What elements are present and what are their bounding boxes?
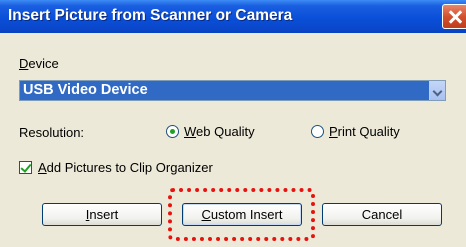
resolution-label: Resolution: — [19, 125, 85, 140]
web-quality-radio[interactable] — [166, 125, 179, 138]
clip-organizer-label[interactable]: Add Pictures to Clip Organizer — [38, 160, 213, 175]
close-icon[interactable] — [442, 4, 466, 29]
insert-button[interactable]: Insert — [42, 203, 162, 226]
device-select[interactable]: USB Video Device — [19, 80, 446, 101]
highlight-annotation — [168, 188, 315, 241]
device-label: Device — [19, 56, 59, 71]
print-quality-label[interactable]: Print Quality — [329, 124, 400, 139]
title-bar[interactable]: Insert Picture from Scanner or Camera — [0, 0, 466, 33]
cancel-button[interactable]: Cancel — [322, 203, 442, 226]
device-select-value: USB Video Device — [23, 82, 148, 98]
clip-organizer-checkbox[interactable] — [19, 161, 32, 174]
print-quality-radio[interactable] — [311, 125, 324, 138]
window-title: Insert Picture from Scanner or Camera — [8, 7, 293, 24]
web-quality-label[interactable]: Web Quality — [184, 124, 255, 139]
insert-picture-dialog: Insert Picture from Scanner or Camera De… — [0, 0, 466, 247]
chevron-down-icon[interactable] — [429, 81, 445, 100]
